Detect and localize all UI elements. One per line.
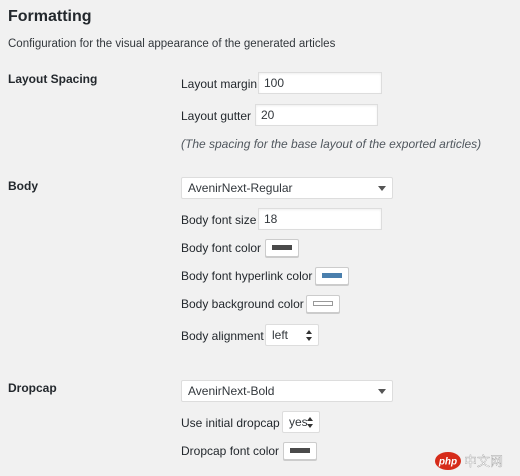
layout-spacing-hint: (The spacing for the base layout of the …: [181, 137, 482, 151]
body-font-color-label: Body font color: [181, 241, 262, 255]
color-swatch: [290, 448, 310, 453]
use-initial-dropcap-select[interactable]: yes: [282, 411, 320, 433]
color-swatch: [313, 301, 333, 306]
page-title: Formatting: [8, 8, 92, 25]
chevron-down-icon: [378, 389, 386, 394]
up-down-arrows-icon: [306, 330, 313, 341]
svg-text:中文网: 中文网: [464, 455, 503, 470]
formatting-settings-page: Formatting Configuration for the visual …: [0, 0, 520, 476]
layout-gutter-input[interactable]: [255, 104, 378, 126]
layout-gutter-label: Layout gutter: [181, 109, 252, 123]
color-swatch: [322, 273, 342, 278]
body-alignment-value: left: [272, 328, 289, 342]
body-background-color-picker[interactable]: [306, 295, 340, 313]
body-background-color-label: Body background color: [181, 297, 304, 311]
section-label-layout-spacing: Layout Spacing: [8, 72, 98, 86]
body-font-color-picker[interactable]: [265, 239, 299, 257]
body-hyperlink-color-picker[interactable]: [315, 267, 349, 285]
php-cn-watermark-logo: php 中文网: [434, 450, 516, 472]
dropcap-font-select-value: AvenirNext-Bold: [188, 384, 275, 398]
section-label-body: Body: [8, 179, 38, 193]
svg-text:php: php: [438, 457, 457, 468]
use-initial-dropcap-value: yes: [289, 415, 308, 429]
body-alignment-select[interactable]: left: [265, 324, 319, 346]
color-swatch: [272, 245, 292, 250]
chevron-down-icon: [378, 186, 386, 191]
dropcap-font-select[interactable]: AvenirNext-Bold: [181, 380, 393, 402]
dropcap-font-color-picker[interactable]: [283, 442, 317, 460]
layout-margin-label: Layout margin: [181, 77, 258, 91]
section-label-dropcap: Dropcap: [8, 381, 57, 395]
body-hyperlink-color-label: Body font hyperlink color: [181, 269, 313, 283]
page-description: Configuration for the visual appearance …: [8, 38, 336, 50]
body-alignment-label: Body alignment: [181, 329, 264, 343]
layout-margin-input[interactable]: [258, 72, 382, 94]
body-font-size-input[interactable]: [258, 208, 382, 230]
body-font-size-label: Body font size: [181, 213, 257, 227]
up-down-arrows-icon: [307, 417, 314, 428]
dropcap-font-color-label: Dropcap font color: [181, 444, 280, 458]
body-font-select[interactable]: AvenirNext-Regular: [181, 177, 393, 199]
use-initial-dropcap-label: Use initial dropcap: [181, 416, 280, 430]
body-font-select-value: AvenirNext-Regular: [188, 181, 293, 195]
